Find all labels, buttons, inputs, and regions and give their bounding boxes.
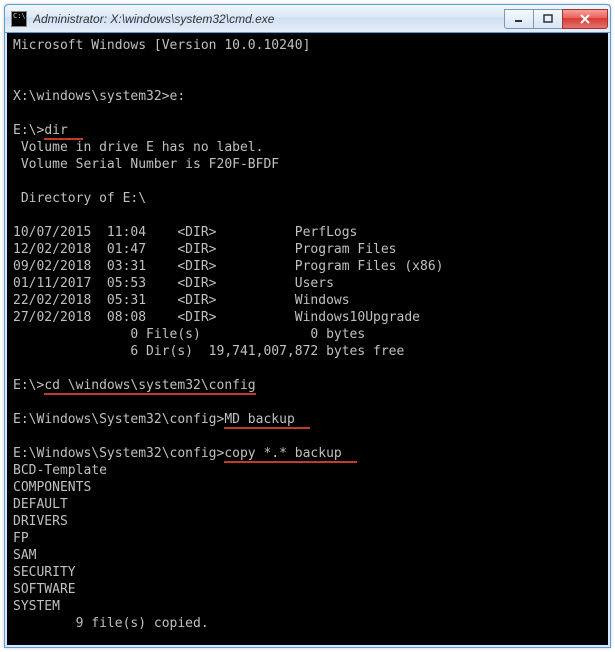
close-button[interactable] [562, 9, 608, 29]
copied-file: COMPONENTS [13, 480, 91, 495]
dir-row: 10/07/2015 11:04 <DIR> PerfLogs [13, 225, 357, 240]
copied-file: FP [13, 531, 29, 546]
minimize-button[interactable] [504, 9, 534, 29]
titlebar[interactable]: C:\ Administrator: X:\windows\system32\c… [5, 5, 610, 33]
output-line: Volume Serial Number is F20F-BFDF [13, 157, 279, 172]
dir-row: 09/02/2018 03:31 <DIR> Program Files (x8… [13, 259, 443, 274]
command-text: dir [44, 123, 67, 140]
command-text: copy *.* backup [224, 446, 341, 463]
copied-file: SAM [13, 548, 36, 563]
prompt: E:\Windows\System32\config> [13, 446, 224, 461]
dir-row: 12/02/2018 01:47 <DIR> Program Files [13, 242, 397, 257]
dir-row: 01/11/2017 05:53 <DIR> Users [13, 276, 334, 291]
summary-line: 6 Dir(s) 19,741,007,872 bytes free [13, 344, 404, 359]
window-title: Administrator: X:\windows\system32\cmd.e… [33, 12, 505, 26]
command-text: cd \windows\system32\config [44, 378, 255, 395]
prompt: E:\> [13, 123, 44, 138]
dir-row: 22/02/2018 05:31 <DIR> Windows [13, 293, 350, 308]
copied-file: BCD-Template [13, 463, 107, 478]
terminal-output[interactable]: Microsoft Windows [Version 10.0.10240] X… [5, 33, 610, 647]
cmd-window: C:\ Administrator: X:\windows\system32\c… [4, 4, 611, 648]
version-line: Microsoft Windows [Version 10.0.10240] [13, 38, 310, 53]
copied-file: SOFTWARE [13, 582, 76, 597]
output-line: Volume in drive E has no label. [13, 140, 263, 155]
prompt: E:\Windows\System32\config> [13, 412, 224, 427]
prompt: X:\windows\system32> [13, 89, 170, 104]
cmd-icon: C:\ [11, 11, 27, 27]
command-text: e: [170, 89, 186, 104]
copied-file: DEFAULT [13, 497, 68, 512]
copied-file: SECURITY [13, 565, 76, 580]
copied-file: SYSTEM [13, 599, 60, 614]
maximize-button[interactable] [533, 9, 563, 29]
output-line: Directory of E:\ [13, 191, 146, 206]
copy-result: 9 file(s) copied. [13, 616, 209, 631]
command-text: MD backup [224, 412, 294, 429]
window-controls [505, 9, 608, 29]
summary-line: 0 File(s) 0 bytes [13, 327, 365, 342]
prompt: E:\> [13, 378, 44, 393]
dir-row: 27/02/2018 08:08 <DIR> Windows10Upgrade [13, 310, 420, 325]
copied-file: DRIVERS [13, 514, 68, 529]
